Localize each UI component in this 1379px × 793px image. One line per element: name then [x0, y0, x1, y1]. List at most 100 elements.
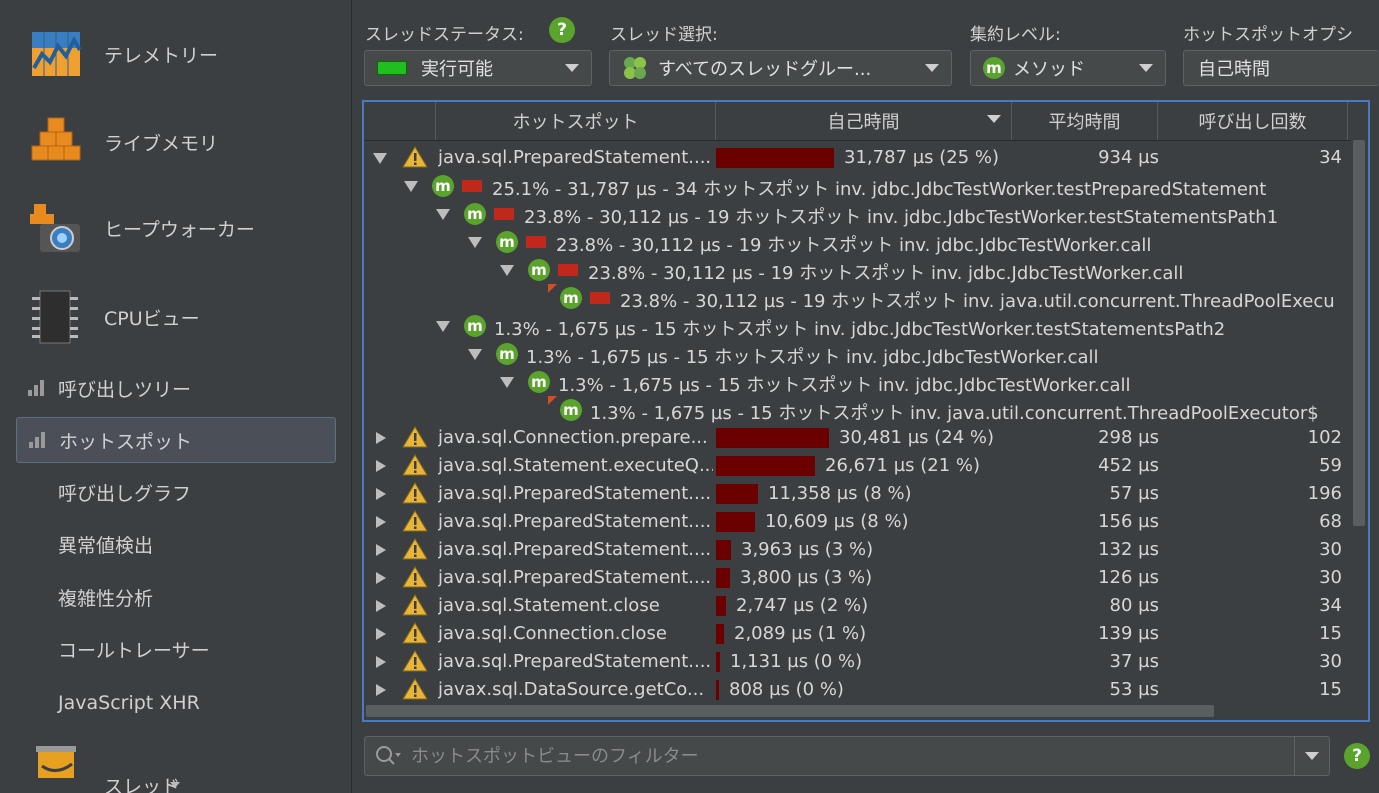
table-row[interactable]: java.sql.Connection.prepare... 30,481 µs …: [364, 424, 1350, 452]
expand-closed-icon[interactable]: [376, 572, 386, 584]
backtrace-row[interactable]: m 1.3% - 1,675 µs - 15 ホットスポット inv. java.…: [364, 396, 1350, 424]
expand-open-icon[interactable]: [468, 237, 482, 248]
vertical-scrollbar[interactable]: [1350, 140, 1366, 700]
expand-closed-icon[interactable]: [376, 544, 386, 556]
expand-closed-icon[interactable]: [376, 516, 386, 528]
column-header-calls[interactable]: 呼び出し回数: [1158, 102, 1348, 140]
backtrace-row[interactable]: m 23.8% - 30,112 µs - 19 ホットスポット inv. jdb…: [364, 200, 1350, 228]
expand-closed-icon[interactable]: [376, 600, 386, 612]
aggregation-select[interactable]: m メソッド: [970, 50, 1166, 86]
calls-value: 30: [1319, 567, 1342, 588]
self-time-value: 3,963 µs (3 %): [741, 539, 874, 560]
table-row[interactable]: java.sql.PreparedStatement.... 11,358 µs …: [364, 480, 1350, 508]
sidebar-item-outlier-detection[interactable]: 異常値検出: [16, 522, 334, 566]
thread-select-select[interactable]: すべてのスレッドグルー...: [609, 50, 952, 86]
expand-closed-icon[interactable]: [376, 460, 386, 472]
hotspot-table: ホットスポット 自己時間 平均時間 呼び出し回数 java.sql.Prepar…: [362, 100, 1370, 722]
avg-time-value: 132 µs: [1098, 539, 1159, 560]
method-icon: m: [464, 203, 486, 225]
thread-select-label: スレッド選択:: [610, 25, 718, 45]
backtrace-row[interactable]: m 1.3% - 1,675 µs - 15 ホットスポット inv. jdbc.…: [364, 312, 1350, 340]
thread-group-icon: [622, 55, 648, 81]
backtrace-row[interactable]: m 25.1% - 31,787 µs - 34 ホットスポット inv. jdb…: [364, 172, 1350, 200]
column-header-hotspot[interactable]: ホットスポット: [436, 102, 716, 140]
table-row[interactable]: java.sql.PreparedStatement.... 1,131 µs (…: [364, 648, 1350, 676]
sidebar-item-label: 呼び出しツリー: [58, 378, 192, 401]
expand-open-icon[interactable]: [500, 377, 514, 388]
backtrace-text: 1.3% - 1,675 µs - 15 ホットスポット inv. java.u…: [590, 403, 1319, 424]
expand-open-icon[interactable]: [373, 153, 387, 164]
expand-closed-icon[interactable]: [376, 684, 386, 696]
expand-open-icon[interactable]: [436, 321, 450, 332]
table-row[interactable]: java.sql.Statement.executeQ... 26,671 µs …: [364, 452, 1350, 480]
sidebar-item-call-tracer[interactable]: コールトレーサー: [16, 627, 334, 671]
backtrace-row[interactable]: m 1.3% - 1,675 µs - 15 ホットスポット inv. jdbc.…: [364, 340, 1350, 368]
thread-status-select[interactable]: 実行可能: [364, 50, 592, 86]
hotspot-option-select[interactable]: 自己時間: [1183, 50, 1379, 86]
scrollbar-thumb[interactable]: [366, 705, 1214, 717]
expand-closed-icon[interactable]: [376, 488, 386, 500]
expand-closed-icon[interactable]: [376, 628, 386, 640]
sidebar-item-call-tree[interactable]: 呼び出しツリー: [16, 366, 334, 410]
sidebar-item-heap-walker[interactable]: ヒープウォーカー: [28, 198, 328, 258]
sidebar-item-hotspots[interactable]: ホットスポット: [16, 417, 336, 463]
backtrace-row[interactable]: m 1.3% - 1,675 µs - 15 ホットスポット inv. jdbc.…: [364, 368, 1350, 396]
cpu-icon: [28, 289, 84, 345]
table-row[interactable]: java.sql.PreparedStatement.... 3,963 µs (…: [364, 536, 1350, 564]
self-time-value: 31,787 µs (25 %): [844, 147, 1000, 168]
expand-open-icon[interactable]: [436, 209, 450, 220]
expand-closed-icon[interactable]: [376, 656, 386, 668]
horizontal-scrollbar[interactable]: [364, 702, 1350, 720]
scrollbar-thumb[interactable]: [1353, 140, 1365, 526]
table-header: ホットスポット 自己時間 平均時間 呼び出し回数: [364, 102, 1350, 141]
help-icon[interactable]: ?: [1344, 743, 1370, 769]
runnable-status-icon: [377, 61, 407, 75]
expand-open-icon[interactable]: [404, 181, 418, 192]
backtrace-row[interactable]: m 23.8% - 30,112 µs - 19 ホットスポット inv. jdb…: [364, 256, 1350, 284]
table-row[interactable]: java.sql.PreparedStatement.... 3,800 µs (…: [364, 564, 1350, 592]
scroll-down-icon[interactable]: [170, 782, 180, 788]
sidebar-item-live-memory[interactable]: ライブメモリ: [28, 112, 328, 172]
expand-open-icon[interactable]: [500, 265, 514, 276]
hotspot-option-label: ホットスポットオプシ: [1183, 25, 1353, 45]
filter-dropdown-button[interactable]: [1294, 737, 1329, 775]
avg-time-value: 452 µs: [1098, 455, 1159, 476]
table-row[interactable]: java.sql.PreparedStatement.... 31,787 µs …: [364, 144, 1350, 172]
warning-icon: [402, 566, 428, 588]
sidebar-item-label: ホットスポット: [59, 430, 193, 453]
self-time-value: 10,609 µs (8 %): [765, 511, 909, 532]
table-row[interactable]: java.sql.Connection.close 2,089 µs (1 %) 1…: [364, 620, 1350, 648]
method-icon: m: [528, 259, 550, 281]
sidebar-item-javascript-xhr[interactable]: JavaScript XHR: [16, 681, 334, 725]
method-icon: m: [464, 315, 486, 337]
warning-icon: [402, 538, 428, 560]
sidebar-item-complexity-analysis[interactable]: 複雑性分析: [16, 575, 334, 619]
calls-value: 59: [1319, 455, 1342, 476]
avg-time-value: 57 µs: [1109, 483, 1159, 504]
search-icon[interactable]: [375, 745, 403, 767]
expand-open-icon[interactable]: [468, 349, 482, 360]
table-row[interactable]: javax.sql.DataSource.getCo... 808 µs (0 %…: [364, 676, 1350, 704]
table-row[interactable]: java.sql.Statement.close 2,747 µs (2 %) 80…: [364, 592, 1350, 620]
help-icon[interactable]: ?: [549, 17, 575, 43]
backtrace-row[interactable]: m 23.8% - 30,112 µs - 19 ホットスポット inv. jav…: [364, 284, 1350, 312]
sidebar-item-cpu[interactable]: CPUビュー: [28, 287, 328, 347]
self-time-bar: [716, 540, 731, 560]
expand-closed-icon[interactable]: [376, 432, 386, 444]
sidebar-item-telemetry[interactable]: テレメトリー: [28, 24, 328, 84]
column-header-avg-time[interactable]: 平均時間: [1012, 102, 1158, 140]
filter-input[interactable]: [409, 744, 1294, 768]
warning-icon: [402, 594, 428, 616]
telemetry-icon: [28, 26, 84, 82]
chevron-down-icon: [1305, 752, 1319, 760]
hotspot-name: java.sql.Connection.prepare...: [438, 427, 708, 448]
warning-icon: [402, 454, 428, 476]
backtrace-text: 23.8% - 30,112 µs - 19 ホットスポット inv. jdbc…: [556, 235, 1152, 256]
table-row[interactable]: java.sql.PreparedStatement.... 10,609 µs …: [364, 508, 1350, 536]
column-header-self-time[interactable]: 自己時間: [716, 102, 1012, 140]
hotspot-name: javax.sql.DataSource.getCo...: [438, 679, 705, 700]
sidebar-item-call-graph[interactable]: 呼び出しグラフ: [16, 470, 334, 514]
backtrace-row[interactable]: m 23.8% - 30,112 µs - 19 ホットスポット inv. jdb…: [364, 228, 1350, 256]
aggregation-value: メソッド: [1013, 59, 1085, 80]
sidebar-item-label: CPUビュー: [104, 307, 200, 330]
